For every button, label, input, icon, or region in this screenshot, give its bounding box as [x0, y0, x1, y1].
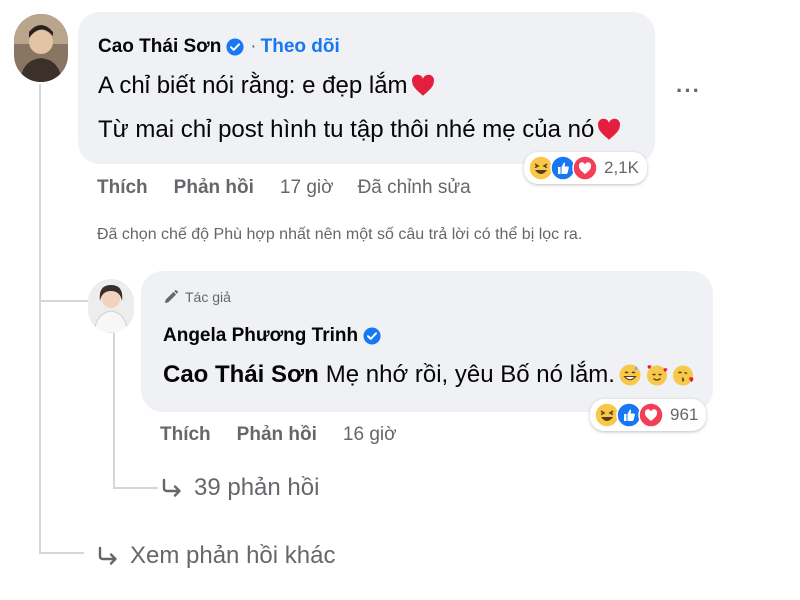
comment-line1-text: A chỉ biết nói rằng: e đẹp lắm — [98, 72, 408, 99]
reply-author-row: Angela Phương Trinh — [163, 325, 381, 347]
reaction-count[interactable]: 2,1K — [604, 158, 639, 178]
avatar[interactable] — [14, 14, 68, 82]
reply-avatar[interactable] — [88, 279, 134, 333]
like-link[interactable]: Thích — [97, 177, 148, 199]
avatar-photo — [14, 14, 68, 82]
follow-separator: · — [250, 36, 257, 57]
verified-icon — [226, 38, 244, 56]
comment-author-name[interactable]: Cao Thái Sơn — [98, 36, 221, 58]
reply-author-name[interactable]: Angela Phương Trinh — [163, 325, 358, 347]
comment-text-line-1: A chỉ biết nói rằng: e đẹp lắm — [98, 72, 436, 100]
verified-icon — [363, 327, 381, 345]
reply-timestamp[interactable]: 16 giờ — [343, 424, 397, 446]
thread-line-main — [39, 84, 41, 554]
reply-link[interactable]: Phản hồi — [237, 424, 317, 446]
heart-emoji-icon — [596, 117, 622, 143]
thread-line-branch — [39, 300, 89, 302]
reaction-count[interactable]: 961 — [670, 405, 698, 425]
heart-emoji-icon — [410, 73, 436, 99]
follow-link[interactable]: Theo dõi — [261, 36, 340, 58]
view-replies-label: 39 phản hồi — [194, 474, 320, 501]
thread-line-reply — [113, 333, 115, 488]
kissing-heart-icon — [672, 363, 696, 387]
reply-text-line: Cao Thái Sơn Mẹ nhớ rồi, yêu Bố nó lắm. — [163, 361, 696, 389]
more-options-button[interactable]: ··· — [676, 78, 701, 104]
reply-actions: Thích Phản hồi 16 giờ — [160, 424, 397, 446]
love-icon — [572, 155, 598, 181]
pencil-icon — [165, 289, 179, 303]
thread-line-reply-hook — [113, 487, 158, 489]
grin-sweat-icon — [618, 363, 642, 387]
filter-note: Đã chọn chế độ Phù hợp nhất nên một số c… — [97, 226, 583, 243]
comment-reactions[interactable]: 2,1K — [524, 152, 647, 184]
reply-reactions[interactable]: 961 — [590, 399, 707, 431]
view-more-replies-label: Xem phản hồi khác — [130, 542, 336, 569]
comment-actions: Thích Phản hồi 17 giờ Đã chỉnh sửa — [97, 177, 471, 199]
author-badge-label: Tác giả — [185, 289, 231, 305]
view-more-replies-link[interactable]: Xem phản hồi khác — [96, 542, 335, 570]
comment-line2-text: Từ mai chỉ post hình tu tập thôi nhé mẹ … — [98, 116, 595, 143]
view-replies-link[interactable]: 39 phản hồi — [160, 474, 319, 502]
avatar-photo — [88, 279, 134, 333]
comment-timestamp[interactable]: 17 giờ — [280, 177, 334, 199]
reply-arrow-icon — [160, 476, 184, 500]
comment-author-row: Cao Thái Sơn · Theo dõi — [98, 36, 340, 58]
thread-line-main-hook — [39, 552, 84, 554]
reply-text: Mẹ nhớ rồi, yêu Bố nó lắm. — [325, 361, 615, 388]
reply-arrow-icon — [96, 544, 120, 568]
comment-text-line-2: Từ mai chỉ post hình tu tập thôi nhé mẹ … — [98, 116, 622, 144]
mention-link[interactable]: Cao Thái Sơn — [163, 361, 319, 389]
like-link[interactable]: Thích — [160, 424, 211, 446]
love-icon — [638, 402, 664, 428]
author-badge: Tác giả — [163, 289, 231, 305]
reply-link[interactable]: Phản hồi — [174, 177, 254, 199]
smiling-hearts-icon — [645, 363, 669, 387]
edited-label[interactable]: Đã chỉnh sửa — [358, 177, 471, 199]
